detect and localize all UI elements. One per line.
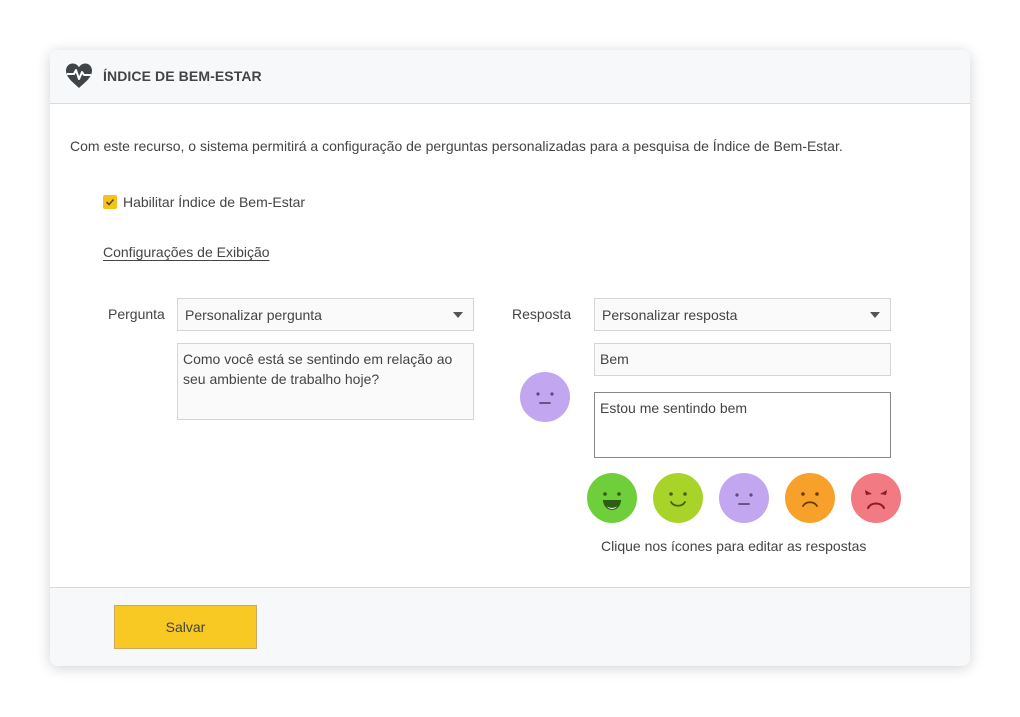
display-settings-link[interactable]: Configurações de Exibição (103, 244, 270, 260)
check-icon (105, 198, 115, 206)
question-label: Pergunta (108, 306, 165, 322)
answer-title-input[interactable]: Bem (594, 343, 891, 376)
card-footer: Salvar (50, 587, 970, 666)
emoji-very-happy-icon[interactable] (587, 473, 637, 523)
enable-checkbox-row[interactable]: Habilitar Índice de Bem-Estar (103, 194, 305, 210)
page-title: ÍNDICE DE BEM-ESTAR (103, 68, 262, 84)
heart-pulse-icon (64, 62, 94, 89)
question-textarea[interactable]: Como você está se sentindo em relação ao… (177, 343, 474, 420)
chevron-down-icon (870, 312, 880, 318)
answer-select[interactable]: Personalizar resposta (594, 298, 891, 331)
question-select-value: Personalizar pergunta (185, 306, 322, 323)
answer-description-textarea[interactable]: Estou me sentindo bem (594, 392, 891, 458)
card-header: ÍNDICE DE BEM-ESTAR (50, 50, 970, 104)
emoji-happy-icon[interactable] (653, 473, 703, 523)
answer-label: Resposta (512, 306, 572, 322)
emoji-neutral-icon[interactable] (719, 473, 769, 523)
wellbeing-card: ÍNDICE DE BEM-ESTAR Com este recurso, o … (50, 50, 970, 666)
enable-label: Habilitar Índice de Bem-Estar (123, 194, 306, 210)
emoji-hint-text: Clique nos ícones para editar as respost… (601, 538, 867, 554)
selected-emoji-neutral-icon (520, 372, 570, 422)
emoji-sad-icon[interactable] (785, 473, 835, 523)
emoji-angry-icon[interactable] (851, 473, 901, 523)
description-text: Com este recurso, o sistema permitirá a … (70, 138, 843, 154)
enable-checkbox[interactable] (103, 195, 117, 209)
chevron-down-icon (453, 312, 463, 318)
answer-select-value: Personalizar resposta (602, 306, 738, 323)
question-select[interactable]: Personalizar pergunta (177, 298, 474, 331)
save-button[interactable]: Salvar (114, 605, 257, 649)
